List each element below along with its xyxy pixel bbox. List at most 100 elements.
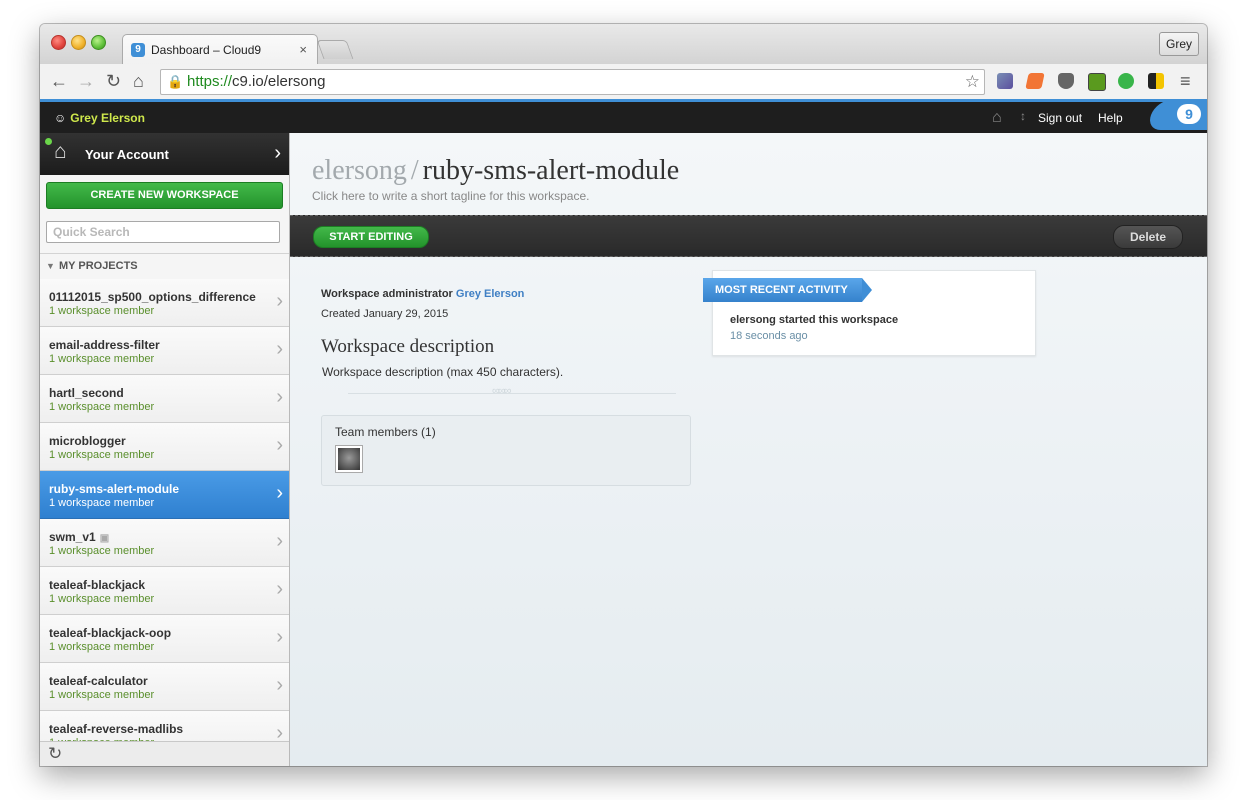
activity-time: 18 seconds ago — [730, 330, 808, 342]
extension-eyedropper-icon[interactable] — [997, 73, 1013, 89]
extension-shield-icon[interactable] — [1148, 73, 1164, 89]
project-meta: 1 workspace member — [49, 497, 155, 509]
project-name: tealeaf-reverse-madlibs — [49, 722, 184, 736]
sign-out-link[interactable]: Sign out — [1038, 111, 1082, 125]
divider — [348, 393, 676, 394]
project-meta: 1 workspace member — [49, 353, 155, 365]
project-name: hartl_second — [49, 386, 124, 400]
chevron-right-icon: › — [274, 142, 281, 164]
quick-search-input[interactable] — [46, 221, 280, 243]
admin-label: Workspace administrator — [321, 288, 453, 300]
private-lock-icon: ▣ — [99, 533, 110, 544]
tagline-editable[interactable]: Click here to write a short tagline for … — [312, 189, 589, 203]
project-item[interactable]: hartl_second 1 workspace member › — [40, 375, 289, 423]
my-projects-header[interactable]: ▼ MY PROJECTS — [40, 253, 289, 280]
address-bar[interactable]: 🔒 https://c9.io/elersong ☆ — [160, 69, 985, 95]
breadcrumb-separator: / — [410, 155, 419, 186]
page-title: ruby-sms-alert-module — [422, 155, 680, 186]
avatar[interactable] — [336, 446, 362, 472]
dashboard-home-icon[interactable]: ⌂ — [992, 109, 1002, 127]
project-meta: 1 workspace member — [49, 449, 155, 461]
extension-pocket-icon[interactable] — [1058, 73, 1074, 89]
team-members-panel: Team members (1) — [321, 415, 691, 486]
created-date: Created January 29, 2015 — [321, 308, 449, 320]
help-link[interactable]: Help — [1098, 111, 1123, 125]
user-link[interactable]: ☺ Grey Elerson — [54, 111, 145, 125]
chevron-right-icon: › — [276, 674, 283, 696]
browser-window: 9 Dashboard – Cloud9 × Grey ← → ↻ ⌂ 🔒 ht… — [40, 24, 1207, 766]
home-icon[interactable]: ⌂ — [133, 70, 144, 92]
my-projects-label: MY PROJECTS — [59, 260, 138, 272]
project-list: 01112015_sp500_options_difference 1 work… — [40, 279, 289, 759]
workspace-main: elersong / ruby-sms-alert-module Click her… — [290, 133, 1207, 766]
sidebar-footer: ↻ — [40, 741, 289, 766]
project-meta: 1 workspace member — [49, 305, 155, 317]
close-window-button[interactable] — [51, 35, 66, 50]
description-heading: Workspace description — [321, 336, 495, 357]
workspace-breadcrumb: elersong / ruby-sms-alert-module — [312, 155, 679, 187]
project-name: email-address-filter — [49, 338, 160, 352]
menu-icon[interactable]: ≡ — [1180, 70, 1191, 92]
workspace-admin: Workspace administrator Grey Elerson — [321, 288, 524, 300]
collapse-triangle-icon: ▼ — [46, 261, 55, 271]
reload-icon[interactable]: ↻ — [106, 70, 121, 92]
project-name: tealeaf-blackjack-oop — [49, 626, 172, 640]
create-workspace-button[interactable]: CREATE NEW WORKSPACE — [46, 182, 283, 209]
delete-button[interactable]: Delete — [1113, 225, 1183, 249]
extension-evernote-icon[interactable] — [1118, 73, 1134, 89]
refresh-icon[interactable]: ↻ — [48, 744, 62, 764]
online-status-icon — [45, 138, 52, 145]
your-account-row[interactable]: ⌂ Your Account › — [40, 133, 289, 175]
project-item[interactable]: swm_v1 ▣ 1 workspace member › — [40, 519, 289, 567]
project-name: microblogger — [49, 434, 126, 448]
profile-button[interactable]: Grey — [1158, 32, 1199, 56]
zoom-window-button[interactable] — [91, 35, 106, 50]
chevron-right-icon: › — [276, 290, 283, 312]
sidebar: ⌂ Your Account › CREATE NEW WORKSPACE ▼ … — [40, 133, 290, 766]
project-name: swm_v1 ▣ — [49, 530, 110, 544]
chevron-right-icon: › — [276, 578, 283, 600]
team-members-label: Team members (1) — [335, 425, 436, 439]
owner-link[interactable]: elersong — [312, 155, 407, 186]
extension-bookmark-icon[interactable] — [1025, 73, 1045, 89]
cloud9-favicon-icon: 9 — [131, 43, 145, 57]
project-item[interactable]: 01112015_sp500_options_difference 1 work… — [40, 279, 289, 327]
extension-monitor-icon[interactable] — [1088, 73, 1106, 91]
project-name: tealeaf-calculator — [49, 674, 148, 688]
project-meta: 1 workspace member — [49, 545, 155, 557]
project-name: tealeaf-blackjack — [49, 578, 146, 592]
project-name: 01112015_sp500_options_difference — [49, 290, 256, 304]
new-tab-button[interactable] — [316, 40, 354, 59]
project-item[interactable]: email-address-filter 1 workspace member … — [40, 327, 289, 375]
browser-tab[interactable]: 9 Dashboard – Cloud9 × — [122, 34, 318, 65]
project-item-active[interactable]: ruby-sms-alert-module 1 workspace member… — [40, 471, 289, 519]
chevron-right-icon: › — [276, 386, 283, 408]
project-meta: 1 workspace member — [49, 401, 155, 413]
project-item[interactable]: tealeaf-blackjack 1 workspace member › — [40, 567, 289, 615]
lock-icon: 🔒 — [167, 74, 184, 89]
activity-item: elersong started this workspace — [730, 314, 899, 326]
activity-panel: MOST RECENT ACTIVITY elersong started th… — [703, 270, 1036, 356]
tab-close-icon[interactable]: × — [299, 42, 307, 57]
project-item[interactable]: tealeaf-calculator 1 workspace member › — [40, 663, 289, 711]
chevron-right-icon: › — [276, 626, 283, 648]
start-editing-button[interactable]: START EDITING — [313, 226, 429, 248]
admin-name-link[interactable]: Grey Elerson — [456, 288, 524, 300]
plug-icon: ↕ — [1020, 109, 1026, 123]
forward-icon[interactable]: → — [77, 70, 95, 92]
chevron-right-icon: › — [276, 338, 283, 360]
app-header: ☺ Grey Elerson ⌂ ↕ Sign out Help 9 — [40, 99, 1207, 133]
tab-title: Dashboard – Cloud9 — [151, 43, 262, 57]
back-icon[interactable]: ← — [50, 70, 68, 92]
project-meta: 1 workspace member — [49, 593, 155, 605]
bookmark-star-icon[interactable]: ☆ — [965, 70, 980, 94]
minimize-window-button[interactable] — [71, 35, 86, 50]
chevron-right-icon: › — [276, 482, 283, 504]
project-item[interactable]: microblogger 1 workspace member › — [40, 423, 289, 471]
workspace-action-bar: START EDITING Delete — [290, 215, 1207, 257]
description-text[interactable]: Workspace description (max 450 character… — [322, 365, 563, 379]
project-meta: 1 workspace member — [49, 689, 155, 701]
user-icon: ☺ — [54, 111, 67, 125]
tab-strip: 9 Dashboard – Cloud9 × Grey — [40, 24, 1207, 65]
project-item[interactable]: tealeaf-blackjack-oop 1 workspace member… — [40, 615, 289, 663]
